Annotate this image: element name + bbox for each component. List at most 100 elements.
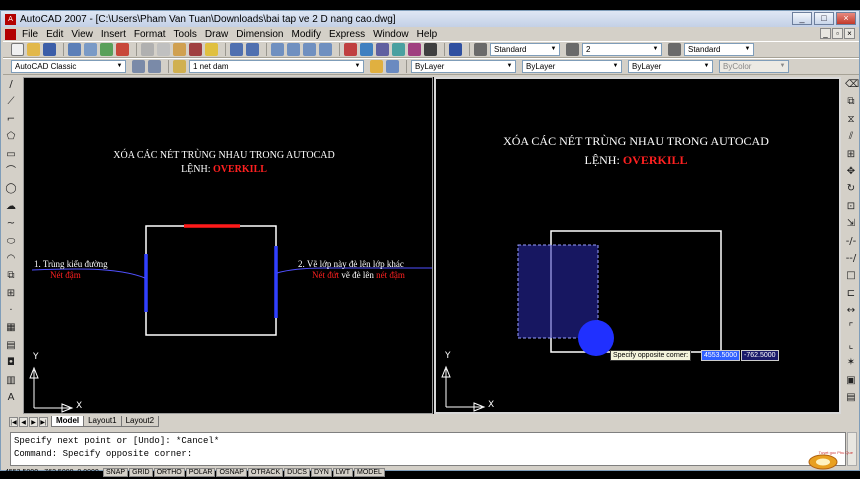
- sheet-set-icon[interactable]: [392, 43, 405, 56]
- block-editor-icon[interactable]: [205, 43, 218, 56]
- menu-insert[interactable]: Insert: [101, 29, 126, 40]
- mirror-icon[interactable]: ⧖: [845, 114, 857, 126]
- line-icon[interactable]: /: [5, 79, 17, 91]
- prev-tab-button[interactable]: ◀: [19, 416, 28, 427]
- extend-icon[interactable]: --/: [845, 253, 857, 265]
- close-button[interactable]: ×: [836, 12, 856, 25]
- layer-dropdown[interactable]: 1 net dam ▼: [189, 60, 364, 73]
- table-style-dropdown[interactable]: Standard ▼: [684, 43, 754, 56]
- rotate-icon[interactable]: ↻: [845, 183, 857, 195]
- lwt-toggle[interactable]: LWT: [332, 468, 354, 477]
- polar-toggle[interactable]: POLAR: [185, 468, 216, 477]
- make-object-layer-current-icon[interactable]: [370, 60, 383, 73]
- text-style-dropdown[interactable]: Standard ▼: [490, 43, 560, 56]
- menu-draw[interactable]: Draw: [205, 29, 228, 40]
- doc-close-button[interactable]: ×: [844, 28, 855, 39]
- copy-object-icon[interactable]: ⧉: [845, 96, 857, 108]
- doc-minimize-button[interactable]: _: [820, 28, 831, 39]
- command-line-window[interactable]: Specify next point or [Undo]: *Cancel* C…: [10, 432, 846, 466]
- array-icon[interactable]: ⊞: [845, 149, 857, 161]
- spline-icon[interactable]: ~: [5, 218, 17, 230]
- point-icon[interactable]: ·: [5, 305, 17, 317]
- pan-icon[interactable]: [271, 43, 284, 56]
- move-icon[interactable]: ✥: [845, 166, 857, 178]
- last-tab-button[interactable]: ▶|: [39, 416, 48, 427]
- help-icon[interactable]: [449, 43, 462, 56]
- command-prompt-line[interactable]: Command: Specify opposite corner:: [14, 448, 842, 461]
- construction-line-icon[interactable]: ⟋: [5, 96, 17, 108]
- menu-tools[interactable]: Tools: [174, 29, 197, 40]
- workspace-settings-icon[interactable]: [132, 60, 145, 73]
- first-tab-button[interactable]: |◀: [9, 416, 18, 427]
- arc-icon[interactable]: ⌒: [5, 166, 17, 178]
- drawing-area[interactable]: XÓA CÁC NÉT TRÙNG NHAU TRONG AUTOCAD LỆN…: [23, 77, 841, 414]
- save-icon[interactable]: [43, 43, 56, 56]
- undo-icon[interactable]: [230, 43, 243, 56]
- next-tab-button[interactable]: ▶: [29, 416, 38, 427]
- tab-layout2[interactable]: Layout2: [120, 416, 160, 427]
- otrack-toggle[interactable]: OTRACK: [247, 468, 284, 477]
- stretch-icon[interactable]: ⇲: [845, 218, 857, 230]
- dynamic-input-y-field[interactable]: -762.5000: [741, 350, 779, 361]
- multiline-text-icon[interactable]: A: [5, 392, 17, 404]
- ducs-toggle[interactable]: DUCS: [284, 468, 310, 477]
- zoom-previous-icon[interactable]: [319, 43, 332, 56]
- table-icon[interactable]: ▥: [5, 375, 17, 387]
- menu-dimension[interactable]: Dimension: [236, 29, 283, 40]
- menu-window[interactable]: Window: [373, 29, 409, 40]
- tab-layout1[interactable]: Layout1: [83, 416, 122, 427]
- minimize-button[interactable]: _: [792, 12, 812, 25]
- workspace-dropdown[interactable]: AutoCAD Classic ▼: [11, 60, 126, 73]
- break-icon[interactable]: ⊏: [845, 288, 857, 300]
- region-icon[interactable]: ◘: [5, 357, 17, 369]
- paste-icon[interactable]: [173, 43, 186, 56]
- menu-view[interactable]: View: [71, 29, 93, 40]
- explode-icon[interactable]: ✶: [845, 357, 857, 369]
- break-at-point-icon[interactable]: □: [845, 270, 857, 282]
- chamfer-icon[interactable]: ⌜: [845, 322, 857, 334]
- tool-palettes-icon[interactable]: [376, 43, 389, 56]
- menu-modify[interactable]: Modify: [292, 29, 321, 40]
- gradient-icon[interactable]: ▤: [5, 340, 17, 352]
- dyn-toggle[interactable]: DYN: [310, 468, 332, 477]
- draw-order-icon[interactable]: ▣: [845, 375, 857, 387]
- coordinate-readout[interactable]: 4553.5000, -762.5000, 0.0000: [5, 469, 99, 476]
- command-line-scrollbar[interactable]: [847, 432, 857, 466]
- doc-restore-button[interactable]: ▫: [832, 28, 843, 39]
- layer-properties-icon[interactable]: [173, 60, 186, 73]
- ortho-toggle[interactable]: ORTHO: [153, 468, 185, 477]
- zoom-window-icon[interactable]: [303, 43, 316, 56]
- rectangle-shape[interactable]: [145, 225, 277, 336]
- new-file-icon[interactable]: [11, 43, 24, 56]
- join-icon[interactable]: ↔: [845, 305, 857, 317]
- plot-preview-icon[interactable]: [84, 43, 97, 56]
- insert-block-icon[interactable]: ⧉: [5, 270, 17, 282]
- ellipse-icon[interactable]: ⬭: [5, 236, 17, 248]
- linetype-dropdown[interactable]: ByLayer ▼: [522, 60, 622, 73]
- viewport-right-active[interactable]: XÓA CÁC NÉT TRÙNG NHAU TRONG AUTOCAD LỆN…: [434, 77, 841, 414]
- dynamic-input-x-field[interactable]: 4553.5000: [701, 350, 741, 361]
- ellipse-arc-icon[interactable]: ◠: [5, 253, 17, 265]
- autocad-app-icon[interactable]: A: [5, 13, 16, 25]
- hatch-icon[interactable]: ▦: [5, 322, 17, 334]
- polyline-icon[interactable]: ⌐: [5, 114, 17, 126]
- properties-icon[interactable]: [344, 43, 357, 56]
- circle-icon[interactable]: ◯: [5, 183, 17, 195]
- plot-icon[interactable]: [68, 43, 81, 56]
- trim-icon[interactable]: -/-: [845, 236, 857, 248]
- redo-icon[interactable]: [246, 43, 259, 56]
- make-block-icon[interactable]: ⊞: [5, 288, 17, 300]
- match-properties-icon[interactable]: [189, 43, 202, 56]
- dim-style-dropdown[interactable]: 2 ▼: [582, 43, 662, 56]
- grid-toggle[interactable]: GRID: [129, 468, 153, 477]
- fillet-icon[interactable]: ⌞: [845, 340, 857, 352]
- menu-edit[interactable]: Edit: [46, 29, 63, 40]
- publish-icon[interactable]: [100, 43, 113, 56]
- copy-icon[interactable]: [157, 43, 170, 56]
- osnap-toggle[interactable]: OSNAP: [216, 468, 247, 477]
- rectangle-icon[interactable]: ▭: [5, 149, 17, 161]
- model-toggle[interactable]: MODEL: [354, 468, 385, 477]
- plotstyle-dropdown[interactable]: ByColor ▼: [719, 60, 789, 73]
- viewport-left[interactable]: XÓA CÁC NÉT TRÙNG NHAU TRONG AUTOCAD LỆN…: [23, 77, 433, 414]
- layer-tools-icon[interactable]: ▤: [845, 392, 857, 404]
